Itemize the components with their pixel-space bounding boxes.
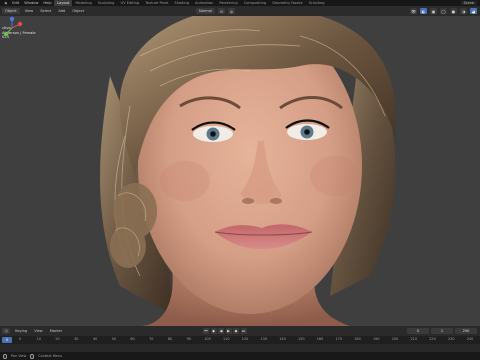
frame-range: 0 1 250 (407, 328, 477, 334)
menu-object[interactable]: Object (70, 9, 86, 13)
ruler-tick: 230 (448, 337, 455, 341)
transform-controls: Normal ⊙ ◎ (196, 8, 236, 14)
ruler-tick: 100 (204, 337, 211, 341)
3d-viewport[interactable]: ctive Anderson | Female 024 (0, 16, 480, 326)
timeline-editor-icon[interactable]: ◷ (2, 328, 11, 334)
ruler-tick: 170 (335, 337, 342, 341)
ruler-tick: 190 (373, 337, 380, 341)
ruler-tick: 240 (466, 337, 474, 341)
ruler-tick: 0 (18, 337, 22, 341)
ruler-tick: 130 (260, 337, 267, 341)
start-frame-field[interactable]: 1 (431, 328, 453, 334)
status-bar: Pan View Context Menu (0, 352, 480, 360)
prev-keyframe-icon[interactable]: ◆ (210, 328, 217, 334)
viewport-header: Object View Select Add Object Normal ⊙ ◎… (0, 6, 480, 16)
scene-selector-group: Scene (460, 0, 480, 6)
ruler-tick: 110 (223, 337, 230, 341)
menu-select[interactable]: Select (38, 9, 53, 13)
jump-end-icon[interactable]: ⏭ (240, 328, 247, 334)
timeline-track[interactable] (0, 344, 480, 352)
proportional-edit-icon[interactable]: ◎ (228, 8, 236, 14)
ruler-tick: 140 (279, 337, 286, 341)
ruler-tick: 70 (149, 337, 154, 341)
rendered-shading-icon[interactable]: ◕ (470, 8, 477, 14)
status-pan-view: Pan View (11, 354, 27, 358)
navigation-gizmo-icon[interactable] (0, 16, 24, 40)
menu-keying[interactable]: Keying (13, 329, 29, 333)
playback-controls: ⏮ ◆ ◀ ▶ ◆ ⏭ (203, 328, 247, 334)
play-reverse-icon[interactable]: ◀ (218, 328, 224, 334)
ruler-tick: 10 (36, 337, 41, 341)
ruler-tick: 160 (316, 337, 324, 341)
ruler-tick: 30 (74, 337, 79, 341)
viewport-shading-controls: 👁 ◐ ▣ ◯ ● ◑ ◕ (410, 8, 477, 14)
ruler-tick: 150 (298, 337, 305, 341)
orientation-dropdown[interactable]: Normal (196, 8, 216, 14)
ruler-tick: 200 (391, 337, 399, 341)
mouse-icon (3, 353, 7, 359)
ruler-tick: 60 (130, 337, 135, 341)
scene-selector[interactable]: Scene (460, 0, 477, 6)
play-icon[interactable]: ▶ (225, 328, 232, 334)
ruler-tick: 50 (111, 337, 116, 341)
ruler-tick: 40 (92, 337, 98, 341)
menu-timeline-view[interactable]: View (32, 329, 45, 333)
menu-marker[interactable]: Marker (48, 329, 64, 333)
character-render (0, 16, 480, 326)
ruler-tick: 120 (241, 337, 249, 341)
material-shading-icon[interactable]: ◑ (460, 8, 467, 14)
snap-icon[interactable]: ⊙ (218, 8, 226, 14)
timeline-ruler[interactable]: 0 0 10 20 30 40 50 60 70 80 90 100 110 120 130 140 150 1… (0, 336, 480, 344)
solid-shading-icon[interactable]: ● (450, 8, 457, 14)
ruler-tick: 180 (354, 337, 361, 341)
mouse-icon (30, 353, 35, 359)
ruler-tick: 220 (429, 337, 436, 341)
current-frame-indicator[interactable]: 0 (2, 336, 12, 343)
jump-start-icon[interactable]: ⏮ (203, 328, 209, 334)
status-context-menu: Context Menu (38, 354, 62, 358)
ruler-tick: 210 (410, 337, 417, 341)
current-frame-field[interactable]: 0 (407, 328, 429, 334)
xray-icon[interactable]: ▣ (430, 8, 437, 14)
menu-add[interactable]: Add (56, 9, 67, 13)
ruler-tick: 90 (186, 337, 191, 341)
visibility-icon[interactable]: 👁 (410, 8, 417, 14)
next-keyframe-icon[interactable]: ◆ (233, 328, 239, 334)
end-frame-field[interactable]: 250 (455, 328, 477, 334)
wireframe-shading-icon[interactable]: ◯ (440, 8, 447, 14)
ruler-tick: 80 (167, 337, 173, 341)
mode-selector[interactable]: Object (2, 8, 20, 14)
menu-view[interactable]: View (23, 9, 36, 13)
ruler-tick: 20 (55, 337, 60, 341)
overlays-icon[interactable]: ◐ (420, 8, 427, 14)
timeline-header: ◷ Keying View Marker ⏮ ◆ ◀ ▶ ◆ ⏭ 0 1 250 (0, 326, 480, 336)
